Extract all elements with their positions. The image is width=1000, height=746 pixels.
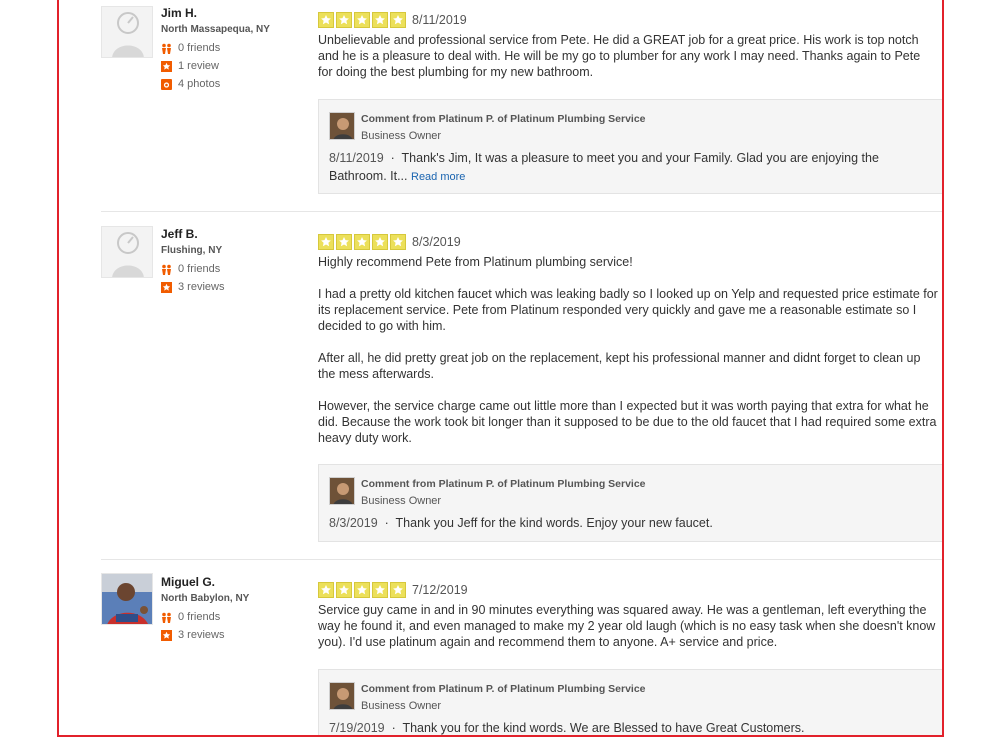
review-date: 8/11/2019 (412, 13, 467, 27)
user-location: North Babylon, NY (161, 593, 250, 604)
photos-count: 4 photos (161, 78, 311, 90)
friends-label: 0 friends (178, 611, 221, 623)
user-name[interactable]: Jeff B. (161, 227, 311, 241)
star-icon (336, 582, 352, 598)
friends-count: 0 friends (161, 42, 311, 54)
review-star-icon (161, 60, 172, 72)
star-icon (390, 582, 406, 598)
owner-avatar[interactable] (329, 112, 355, 140)
user-name[interactable]: Miguel G. (161, 575, 311, 589)
user-location: North Massapequa, NY (161, 24, 270, 35)
user-avatar[interactable] (101, 573, 153, 625)
review-item: Miguel G. North Babylon, NY 0 friends 3 … (101, 560, 942, 735)
owner-comment: Comment from Platinum P. of Platinum Plu… (318, 99, 942, 194)
friends-count: 0 friends (161, 611, 311, 623)
user-avatar[interactable] (101, 6, 153, 58)
star-icon (354, 12, 370, 28)
star-icon (336, 234, 352, 250)
star-icon (390, 234, 406, 250)
owner-comment: Comment from Platinum P. of Platinum Plu… (318, 464, 942, 542)
star-rating: 8/11/2019 (318, 12, 942, 28)
owner-comment-date: 7/19/2019 (329, 721, 385, 735)
star-icon (318, 582, 334, 598)
friends-count: 0 friends (161, 263, 311, 275)
photos-label: 4 photos (178, 78, 221, 90)
star-icon (318, 234, 334, 250)
friends-label: 0 friends (178, 42, 221, 54)
review-item: Jeff B. Flushing, NY 0 friends 3 reviews… (101, 212, 942, 558)
review-text: Service guy came in and in 90 minutes ev… (318, 603, 936, 649)
review-item: Jim H. North Massapequa, NY 0 friends 1 … (101, 0, 942, 210)
owner-comment-text: 7/19/2019 · Thank you for the kind words… (329, 719, 929, 735)
default-avatar-icon (102, 227, 152, 277)
star-rating: 7/12/2019 (318, 582, 942, 598)
owner-avatar[interactable] (329, 682, 355, 710)
reviews-label: 3 reviews (178, 629, 225, 641)
owner-comment-date: 8/3/2019 (329, 516, 378, 530)
user-photo (102, 574, 152, 624)
separator-dot: · (390, 151, 395, 165)
friends-icon (162, 612, 171, 623)
owner-comment-date: 8/11/2019 (329, 151, 384, 165)
star-icon (372, 582, 388, 598)
separator-dot: · (391, 721, 396, 735)
star-icon (318, 12, 334, 28)
read-more-link[interactable]: Read more (411, 171, 465, 183)
separator-dot: · (384, 516, 389, 530)
review-star-icon (161, 281, 172, 293)
owner-comment-text: 8/3/2019 · Thank you Jeff for the kind w… (329, 514, 929, 532)
reviews-count: 1 review (161, 60, 311, 72)
review-date: 8/3/2019 (412, 235, 461, 249)
star-icon (336, 12, 352, 28)
owner-comment-body: Thank you for the kind words. We are Ble… (402, 721, 805, 735)
default-avatar-icon (102, 7, 152, 57)
owner-comment-text: 8/11/2019 · Thank's Jim, It was a pleasu… (329, 149, 929, 186)
review-text: Unbelievable and professional service fr… (318, 33, 921, 79)
star-icon (372, 12, 388, 28)
owner-comment-title: Comment from Platinum P. of Platinum Plu… (361, 683, 646, 695)
review-date: 7/12/2019 (412, 583, 468, 597)
reviews-panel: Jim H. North Massapequa, NY 0 friends 1 … (57, 0, 944, 737)
owner-comment-title: Comment from Platinum P. of Platinum Plu… (361, 478, 646, 490)
reviews-label: 1 review (178, 60, 219, 72)
owner-comment-body: Thank you Jeff for the kind words. Enjoy… (395, 516, 713, 530)
review-star-icon (161, 629, 172, 641)
reviews-count: 3 reviews (161, 281, 311, 293)
star-icon (354, 234, 370, 250)
camera-icon (161, 78, 172, 90)
owner-avatar[interactable] (329, 477, 355, 505)
owner-role: Business Owner (361, 495, 442, 507)
star-icon (390, 12, 406, 28)
star-icon (354, 582, 370, 598)
owner-role: Business Owner (361, 130, 442, 142)
star-rating: 8/3/2019 (318, 234, 942, 250)
owner-comment: Comment from Platinum P. of Platinum Plu… (318, 669, 942, 735)
star-icon (372, 234, 388, 250)
user-avatar[interactable] (101, 226, 153, 278)
friends-icon (162, 264, 171, 275)
user-name[interactable]: Jim H. (161, 6, 311, 20)
reviews-label: 3 reviews (178, 281, 225, 293)
friends-label: 0 friends (178, 263, 221, 275)
reviews-count: 3 reviews (161, 629, 311, 641)
owner-comment-title: Comment from Platinum P. of Platinum Plu… (361, 113, 646, 125)
user-location: Flushing, NY (161, 245, 223, 256)
friends-icon (162, 43, 171, 54)
review-text: Highly recommend Pete from Platinum plum… (318, 255, 938, 445)
owner-role: Business Owner (361, 700, 442, 712)
